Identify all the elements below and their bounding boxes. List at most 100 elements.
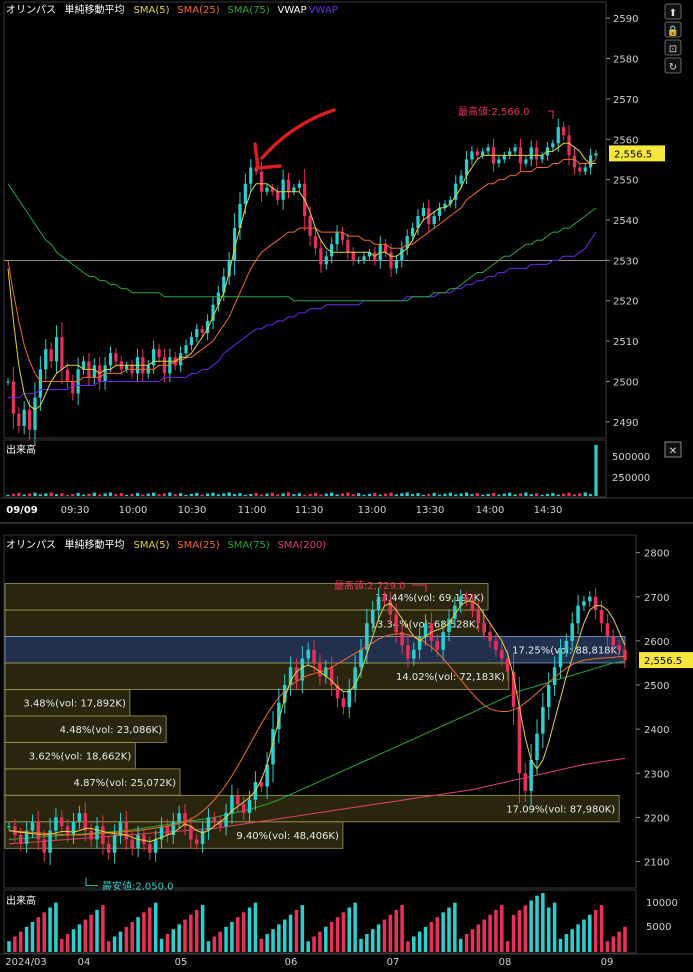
volume-bar (230, 921, 234, 952)
volume-bar (421, 494, 425, 496)
candle (60, 817, 64, 827)
candle (567, 135, 571, 156)
volume-bar (112, 936, 117, 952)
candle (500, 649, 504, 659)
candle (594, 153, 598, 156)
candle (459, 175, 463, 184)
volume-bar (347, 907, 352, 952)
volume-bar (265, 934, 269, 952)
volume-bar (400, 905, 404, 952)
y-tick-label: 2700 (644, 593, 669, 604)
candle (470, 151, 474, 160)
candle (165, 826, 170, 836)
last-price-tag-text: 2,556.5 (644, 656, 682, 667)
volume-bar (173, 494, 177, 496)
volume-bar (300, 905, 305, 952)
candle (236, 795, 240, 805)
volume-bar (189, 493, 194, 496)
candle (17, 413, 21, 426)
candle (177, 812, 181, 822)
candle (114, 353, 118, 362)
candle (524, 159, 528, 164)
volume-bar (271, 929, 275, 952)
volume-bar (276, 494, 280, 496)
candle (288, 667, 293, 686)
candle (346, 240, 350, 253)
volume-bar (286, 492, 291, 496)
volume-bar (567, 492, 571, 496)
volume-bar (200, 905, 205, 952)
legend-item: 単純移動平均 (65, 538, 125, 551)
candle (318, 662, 322, 677)
volume-bar (254, 492, 258, 496)
candle (508, 151, 512, 156)
volume-bar (36, 917, 41, 952)
x-tick-label: 06 (285, 957, 298, 968)
volume-axis-label: 250000 (612, 473, 650, 484)
volume-bar (42, 912, 46, 952)
candle (605, 623, 610, 637)
volume-bar (443, 493, 447, 496)
volume-bar (383, 493, 388, 496)
volume-bar (205, 493, 210, 496)
x-tick-label: 11:00 (238, 505, 267, 516)
volume-bar (141, 494, 145, 496)
candle (488, 632, 492, 641)
volume-bar (236, 917, 240, 952)
volume-bar (441, 912, 445, 952)
volume-bar (486, 493, 490, 496)
volume-bar (146, 493, 150, 496)
volume-bar (454, 494, 458, 496)
volume-bar (288, 914, 293, 952)
volume-bar (171, 929, 176, 952)
volume-bar (458, 938, 463, 952)
volume-bar (60, 938, 64, 952)
volume-bar (142, 912, 146, 952)
volume-bar (281, 493, 285, 496)
volume-bar (545, 493, 550, 496)
volume-profile-label: 4.87%(vol: 25,072K) (74, 778, 177, 789)
volume-bar (582, 919, 586, 952)
volume-bar (60, 493, 64, 496)
candle (611, 636, 616, 646)
volume-bar (49, 492, 53, 496)
volume-bar (243, 494, 247, 496)
volume-bar (340, 493, 345, 496)
stock-chart[interactable]: 2490 2500 2510 2520 2530 2540 2550 2560 2570 2580… (0, 0, 693, 972)
volume-bar (448, 492, 452, 496)
volume-bar (241, 912, 246, 952)
volume-bar (535, 895, 539, 952)
candle (593, 596, 598, 611)
volume-bar (511, 914, 516, 952)
candle (389, 252, 393, 269)
volume-bar (308, 493, 312, 496)
volume-bar (292, 494, 296, 496)
candle (556, 127, 560, 144)
y-tick-label: 2540 (613, 216, 638, 227)
candle (124, 821, 129, 840)
volume-bar (324, 926, 328, 952)
candle (588, 596, 592, 602)
y-tick-label: 2800 (644, 549, 669, 560)
candle (200, 329, 204, 334)
volume-bar (524, 492, 528, 496)
volume-bar (427, 493, 431, 496)
candle (394, 260, 399, 269)
volume-bar (108, 492, 113, 496)
volume-bar (227, 492, 231, 496)
candle (54, 817, 58, 831)
candle (535, 147, 539, 160)
volume-bar (148, 907, 152, 952)
candle (108, 353, 113, 366)
candle (523, 773, 528, 791)
volume-bar (464, 492, 469, 496)
volume-bar (65, 494, 69, 496)
volume-bar (453, 902, 457, 952)
volume-bar (11, 493, 16, 496)
volume-bar (362, 494, 366, 496)
volume-bar (497, 494, 501, 496)
candle (308, 215, 312, 237)
volume-bar (179, 493, 183, 496)
candle (286, 179, 291, 192)
unlock-icon-glyph: ⊡ (669, 44, 677, 55)
